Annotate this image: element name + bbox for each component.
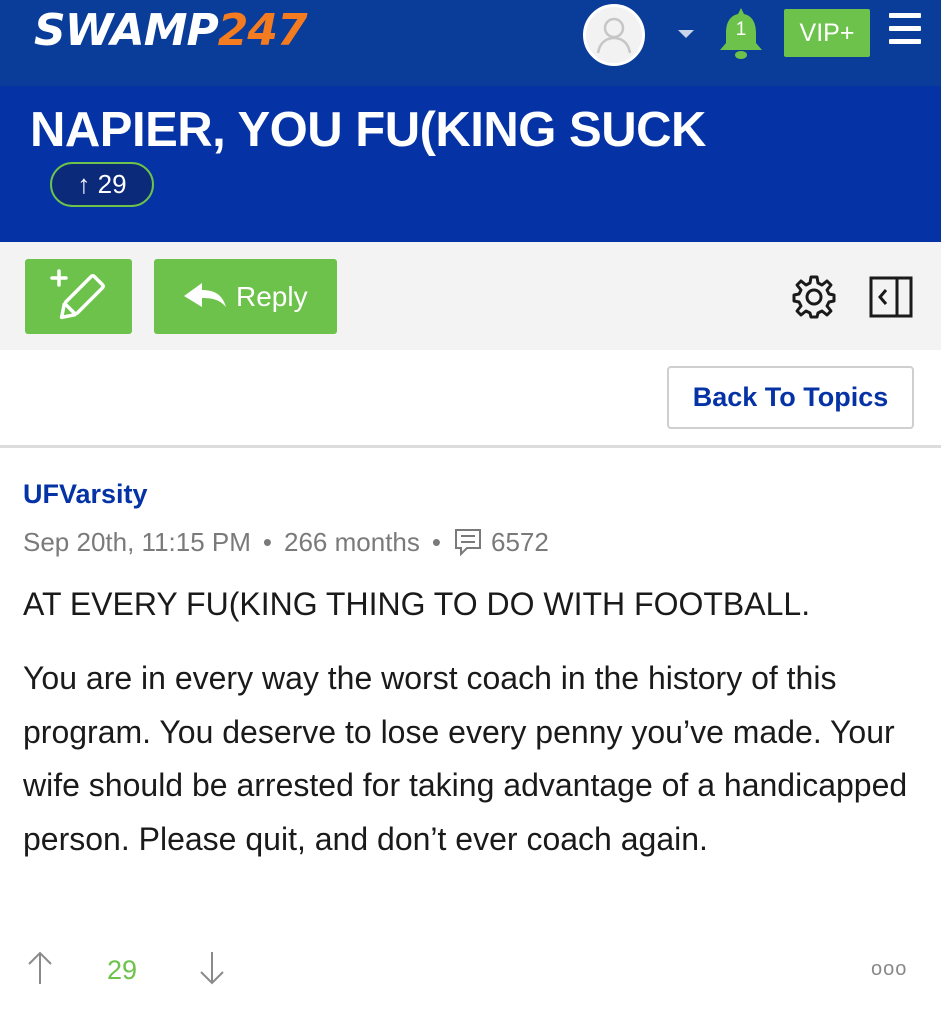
member-age: 266 months — [284, 527, 420, 557]
post-lead-line: AT EVERY FU(KING THING TO DO WITH FOOTBA… — [23, 586, 811, 622]
meta-separator: • — [431, 527, 441, 557]
vip-button[interactable]: VIP+ — [784, 9, 870, 57]
thread-vote-count: 29 — [97, 169, 127, 199]
upvote-icon[interactable] — [26, 948, 54, 988]
thread-title: NAPIER, YOU FU(KING SUCK — [30, 103, 706, 157]
chevron-down-icon[interactable] — [678, 30, 694, 38]
site-logo[interactable]: SWAMP247 — [34, 5, 308, 56]
new-topic-button[interactable] — [25, 259, 132, 334]
post-date: Sep 20th, 11:15 PM — [23, 527, 251, 557]
more-options-button[interactable]: ooo — [871, 956, 907, 982]
reply-arrow-icon — [184, 283, 226, 307]
downvote-icon[interactable] — [198, 948, 226, 988]
comment-icon — [455, 529, 481, 557]
upvote-icon: ↑ — [77, 169, 91, 199]
post-author[interactable]: UFVarsity — [23, 478, 148, 510]
back-to-topics-button[interactable]: Back To Topics — [667, 366, 914, 429]
sidebar-toggle-icon[interactable] — [869, 276, 913, 318]
post-body: You are in every way the worst coach in … — [23, 660, 908, 857]
logo-text-main: SWAMP — [34, 5, 219, 56]
avatar-icon[interactable] — [583, 4, 645, 66]
menu-icon[interactable] — [889, 13, 921, 49]
post-count: 6572 — [491, 527, 549, 557]
logo-text-number: 247 — [217, 5, 308, 56]
reply-button[interactable]: Reply — [154, 259, 337, 334]
bell-icon[interactable]: 1 — [716, 5, 766, 61]
meta-separator: • — [262, 527, 273, 557]
new-topic-icon — [50, 269, 105, 320]
post-score: 29 — [107, 955, 138, 985]
post-meta: Sep 20th, 11:15 PM • 266 months • 6572 — [23, 525, 549, 559]
gear-icon[interactable] — [790, 273, 838, 321]
notification-count: 1 — [735, 19, 747, 40]
reply-button-label: Reply — [236, 281, 308, 312]
thread-vote-badge[interactable]: ↑ 29 — [50, 162, 154, 207]
